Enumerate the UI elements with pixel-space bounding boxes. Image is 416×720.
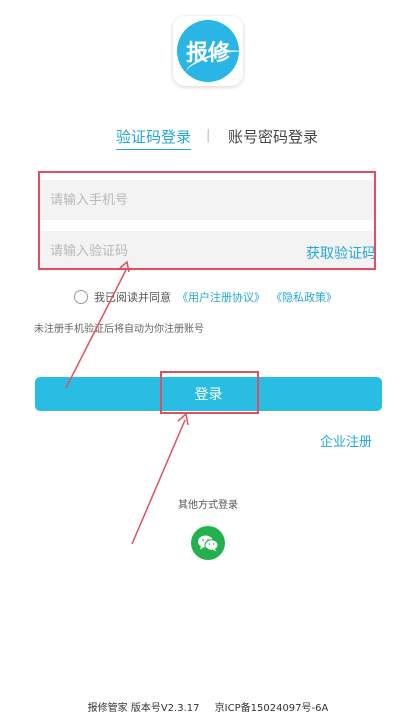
agreement-text: 我已阅读并同意 — [94, 291, 171, 304]
annotation-arrows — [65, 260, 189, 545]
tab-password-login[interactable]: 账号密码登录 — [228, 126, 318, 147]
footer: 报修管家 版本号V2.3.17 京ICP备15024097号-6A — [0, 699, 416, 714]
wechat-login-button[interactable] — [191, 526, 225, 560]
footer-icp: 京ICP备15024097号-6A — [214, 703, 329, 714]
app-logo: 报修 — [173, 16, 243, 86]
app-logo-text: 报修 — [185, 41, 230, 66]
enterprise-register-link[interactable]: 企业注册 — [320, 431, 372, 450]
form-highlight-box — [38, 171, 376, 270]
tab-separator: | — [206, 128, 211, 143]
other-login-label: 其他方式登录 — [178, 500, 238, 511]
agreement-row: 我已阅读并同意 《用户注册协议》 《隐私政策》 — [74, 289, 337, 305]
arrow-to-login — [131, 419, 186, 545]
login-button[interactable]: 登录 — [35, 377, 382, 411]
login-tabs: 验证码登录 | 账号密码登录 — [0, 126, 416, 150]
app-logo-circle: 报修 — [177, 20, 239, 82]
agreement-radio[interactable] — [74, 290, 88, 304]
user-agreement-link[interactable]: 《用户注册协议》 — [177, 289, 265, 305]
tab-sms-login[interactable]: 验证码登录 — [116, 126, 192, 150]
arrow-to-login-head — [177, 412, 189, 426]
footer-version: 报修管家 版本号V2.3.17 — [87, 703, 200, 714]
privacy-policy-link[interactable]: 《隐私政策》 — [271, 289, 337, 305]
wechat-icon — [198, 535, 219, 552]
register-hint: 未注册手机验证后将自动为你注册账号 — [34, 324, 204, 335]
